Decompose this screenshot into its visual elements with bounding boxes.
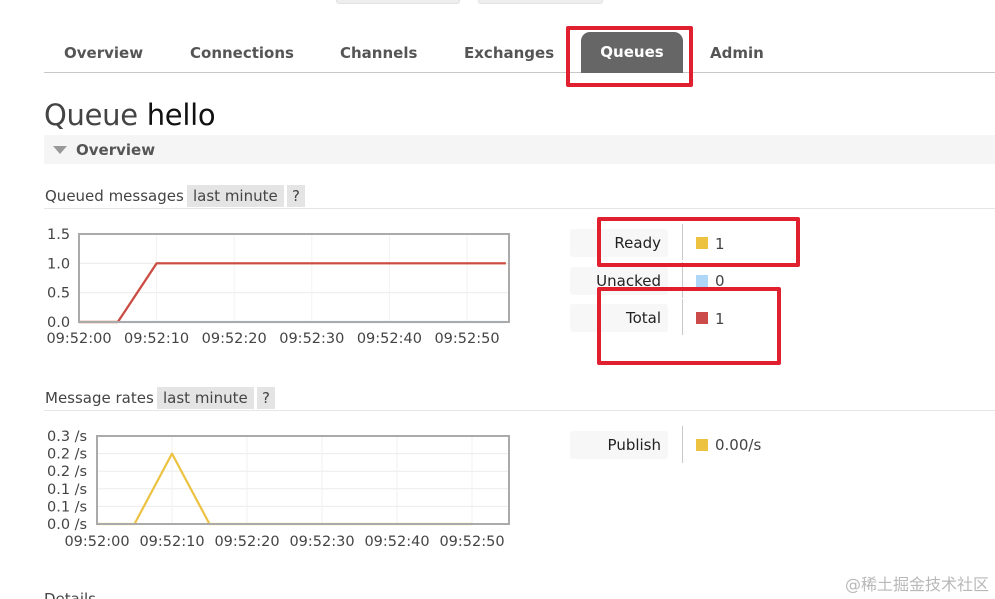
y-tick-label: 0.2 /s	[47, 447, 87, 463]
y-tick-label: 0.3 /s	[47, 429, 87, 445]
x-tick-label: 09:52:20	[202, 331, 267, 347]
x-tick-label: 09:52:00	[64, 534, 129, 550]
watermark: @稀土掘金技术社区	[844, 575, 989, 594]
legend-swatch-unacked	[696, 275, 708, 287]
y-tick-label: 0.5	[47, 286, 70, 302]
details-section-label: Details	[44, 590, 97, 599]
legend-separator	[682, 262, 683, 298]
queued-messages-chart: 1.51.00.50.009:52:00 09:52:10 09:52:20 09:5…	[46, 227, 510, 550]
x-tick-label: 09:52:10	[124, 331, 189, 347]
chart-plot-area	[79, 234, 509, 322]
y-tick-label: 1.5	[47, 227, 70, 243]
y-tick-label: 0.2 /s	[47, 464, 87, 480]
legend-separator	[682, 224, 683, 260]
x-tick-label: 09:52:10	[139, 534, 204, 550]
x-tick-label: 09:52:30	[279, 331, 344, 347]
x-tick-label: 09:52:40	[364, 534, 429, 550]
y-tick-label: 0.0 /s	[47, 517, 87, 533]
message-rates-title: Message rates	[45, 389, 154, 407]
x-tick-label: 09:52:50	[439, 534, 504, 550]
y-tick-label: 0.1 /s	[47, 482, 87, 498]
x-tick-label: 09:52:30	[289, 534, 354, 550]
legend-value-publish: 0.00/s	[715, 436, 762, 454]
y-tick-label: 0.1 /s	[47, 499, 87, 515]
legend-separator	[682, 426, 683, 463]
x-tick-label: 09:52:20	[214, 534, 279, 550]
message-rates-header: Message rates last minute ?	[44, 387, 995, 411]
legend-swatch-publish	[696, 439, 708, 451]
legend-value-ready: 1	[715, 235, 725, 253]
legend-value-total: 1	[715, 310, 725, 328]
range-selector[interactable]: last minute	[157, 387, 254, 409]
legend-value-unacked: 0	[715, 272, 725, 290]
legend-label-ready: Ready	[570, 229, 668, 257]
legend-swatch-total	[696, 312, 708, 324]
x-tick-label: 09:52:00	[46, 331, 111, 347]
help-button[interactable]: ?	[257, 387, 275, 409]
legend-label-total: Total	[570, 304, 668, 332]
x-tick-label: 09:52:50	[434, 331, 499, 347]
y-tick-label: 1.0	[47, 256, 70, 272]
legend-swatch-ready	[696, 237, 708, 249]
legend-label-publish: Publish	[570, 431, 668, 459]
y-tick-label: 0.0	[47, 315, 70, 331]
legend-label-unacked: Unacked	[570, 267, 668, 295]
x-tick-label: 09:52:40	[357, 331, 422, 347]
legend-separator	[682, 299, 683, 335]
